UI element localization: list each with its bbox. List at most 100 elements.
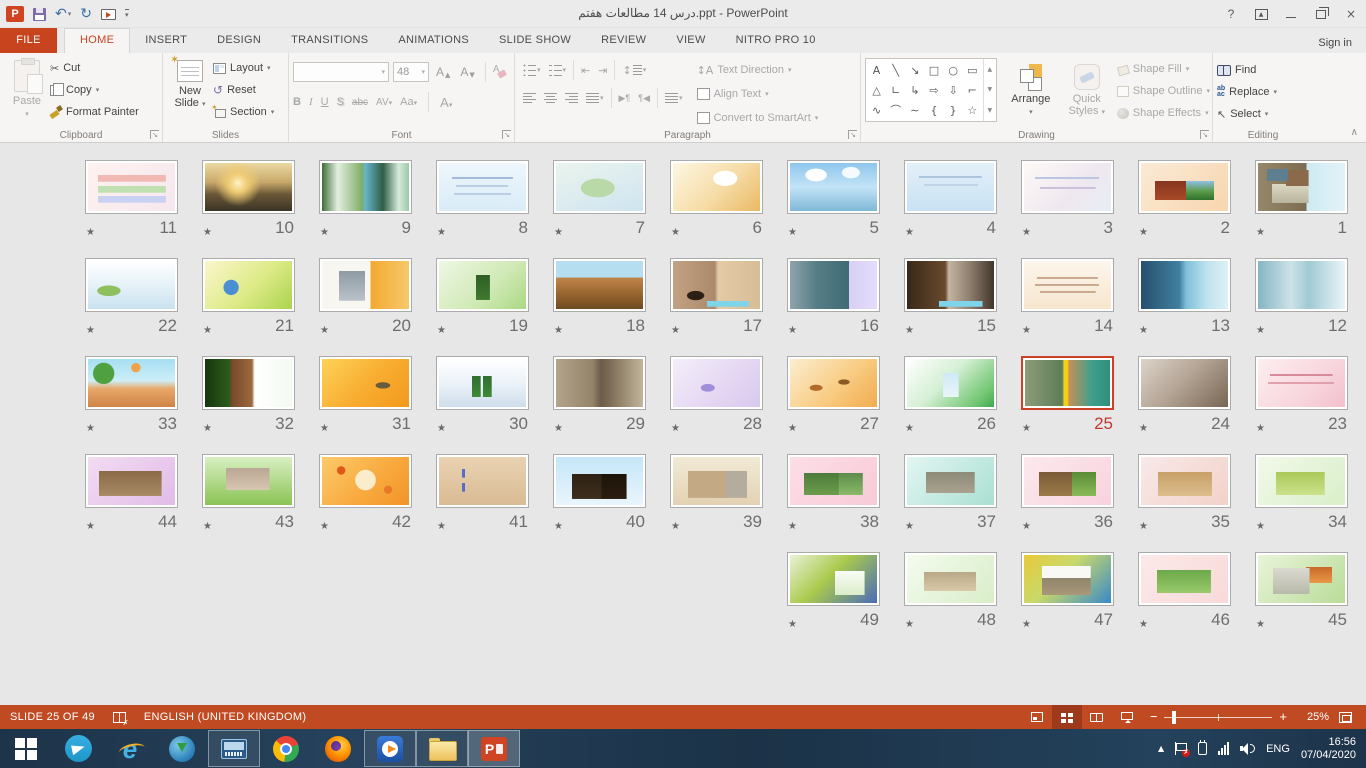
italic-button[interactable]: I [309,96,313,108]
zoom-in-button[interactable]: + [1279,712,1287,722]
slide-image[interactable] [787,454,880,508]
slide-thumbnail-9[interactable]: ★9 [319,160,412,240]
slide-image[interactable] [319,258,412,312]
clock[interactable]: 16:5607/04/2020 [1301,736,1356,762]
font-dialog-launcher[interactable]: ↘ [502,130,511,139]
shape-fill-button[interactable]: Shape Fill▾ [1117,60,1210,78]
tab-view[interactable]: VIEW [661,28,720,53]
slide-thumbnail-47[interactable]: ★47 [1021,552,1114,632]
slide-thumbnail-46[interactable]: ★46 [1138,552,1231,632]
slide-image[interactable] [436,356,529,410]
volume-icon[interactable] [1240,742,1255,755]
slide-image[interactable] [1255,356,1348,410]
slide-image[interactable] [553,258,646,312]
shape-arc-icon[interactable]: ⌒ [890,105,901,116]
slide-image[interactable] [1021,258,1114,312]
slide-thumbnail-32[interactable]: ★32 [202,356,295,436]
text-direction-button[interactable]: ↕AText Direction▾ [697,60,819,80]
shape-effects-button[interactable]: Shape Effects▾ [1117,104,1210,122]
slide-image[interactable] [319,356,412,410]
slide-thumbnail-44[interactable]: ★44 [85,454,178,534]
slide-image[interactable] [319,454,412,508]
shape-elbow-connector-icon[interactable]: ∟ [891,85,900,96]
shape-curve-icon[interactable]: ∼ [910,105,919,116]
select-button[interactable]: ↖Select▾ [1217,105,1311,123]
slide-thumbnail-11[interactable]: ★11 [85,160,178,240]
tab-design[interactable]: DESIGN [202,28,276,53]
tab-file[interactable]: FILE [0,28,57,53]
zoom-slider[interactable] [1164,717,1272,718]
slide-image[interactable] [436,258,529,312]
reading-view-button[interactable] [1082,705,1112,729]
slide-image[interactable] [1138,552,1231,606]
change-case-button[interactable]: Aa▾ [400,96,417,108]
slide-thumbnail-28[interactable]: ★28 [670,356,763,436]
tab-slide-show[interactable]: SLIDE SHOW [484,28,586,53]
tab-insert[interactable]: INSERT [130,28,202,53]
slide-image[interactable] [202,160,295,214]
slide-image[interactable] [202,454,295,508]
paste-button[interactable]: Paste▾ [4,56,50,126]
slide-image[interactable] [904,552,997,606]
slide-image[interactable] [904,160,997,214]
shape-line-icon[interactable]: ╲ [892,65,899,76]
slide-thumbnail-10[interactable]: ★10 [202,160,295,240]
shape-text-box-icon[interactable]: A [873,65,881,76]
align-left-button[interactable] [519,87,540,109]
columns-button[interactable]: ▾ [661,87,687,109]
slide-image[interactable] [1255,552,1348,606]
slide-thumbnail-43[interactable]: ★43 [202,454,295,534]
tab-home[interactable]: HOME [64,28,130,53]
replace-button[interactable]: abacReplace▾ [1217,83,1311,101]
slide-thumbnail-37[interactable]: ★37 [904,454,997,534]
shape-oval-icon[interactable]: ○ [948,65,958,76]
taskbar-firefox[interactable] [312,729,364,768]
slide-thumbnail-39[interactable]: ★39 [670,454,763,534]
slide-image[interactable] [1138,160,1231,214]
close-button[interactable]: × [1336,0,1366,28]
slide-image[interactable] [1255,258,1348,312]
font-color-button[interactable]: A▾ [440,95,452,110]
taskbar-file-explorer[interactable] [416,730,468,767]
slide-thumbnail-3[interactable]: ★3 [1021,160,1114,240]
slide-image[interactable] [670,160,763,214]
slide-image[interactable] [787,258,880,312]
shape-rounded-rectangle-icon[interactable]: ▭ [967,65,977,76]
section-button[interactable]: Section▾ [213,103,274,121]
arrange-button[interactable]: Arrange▾ [1005,56,1057,126]
font-size-combo[interactable]: 48▾ [393,62,429,82]
shape-isosceles-triangle-icon[interactable]: △ [872,85,880,96]
drawing-dialog-launcher[interactable]: ↘ [1200,130,1209,139]
slide-show-button[interactable] [1112,705,1142,729]
slide-image[interactable] [85,454,178,508]
slide-thumbnail-29[interactable]: ★29 [553,356,646,436]
line-spacing-button[interactable]: ↕▾ [618,59,650,81]
shape-outline-button[interactable]: Shape Outline▾ [1117,82,1210,100]
justify-button[interactable]: ▾ [582,87,608,109]
taskbar-download-manager[interactable] [156,729,208,768]
grow-font-button[interactable]: A▲ [433,65,453,79]
slide-image[interactable] [1021,356,1114,410]
slide-thumbnail-48[interactable]: ★48 [904,552,997,632]
slide-thumbnail-23[interactable]: ★23 [1255,356,1348,436]
slide-image[interactable] [787,552,880,606]
shape-line-arrow-icon[interactable]: ↘ [910,65,919,76]
strikethrough-button[interactable]: abc [352,97,368,108]
slide-thumbnail-16[interactable]: ★16 [787,258,880,338]
slide-image[interactable] [787,356,880,410]
slide-thumbnail-27[interactable]: ★27 [787,356,880,436]
shape-down-arrow-icon[interactable]: ⇩ [949,85,958,96]
slide-thumbnail-30[interactable]: ★30 [436,356,529,436]
decrease-indent-button[interactable]: ⇤ [577,59,594,81]
slide-image[interactable] [904,454,997,508]
clear-formatting-icon[interactable] [493,67,506,77]
collapse-ribbon-icon[interactable]: ∧ [1351,127,1358,138]
slide-thumbnail-20[interactable]: ★20 [319,258,412,338]
numbering-button[interactable]: ▾ [545,59,571,81]
increase-indent-button[interactable]: ⇥ [594,59,611,81]
align-text-button[interactable]: Align Text▾ [697,84,819,104]
spell-check-icon[interactable] [113,712,126,723]
slide-image[interactable] [670,258,763,312]
rtl-direction-button[interactable]: ▶¶ [615,87,635,109]
slide-image[interactable] [904,356,997,410]
